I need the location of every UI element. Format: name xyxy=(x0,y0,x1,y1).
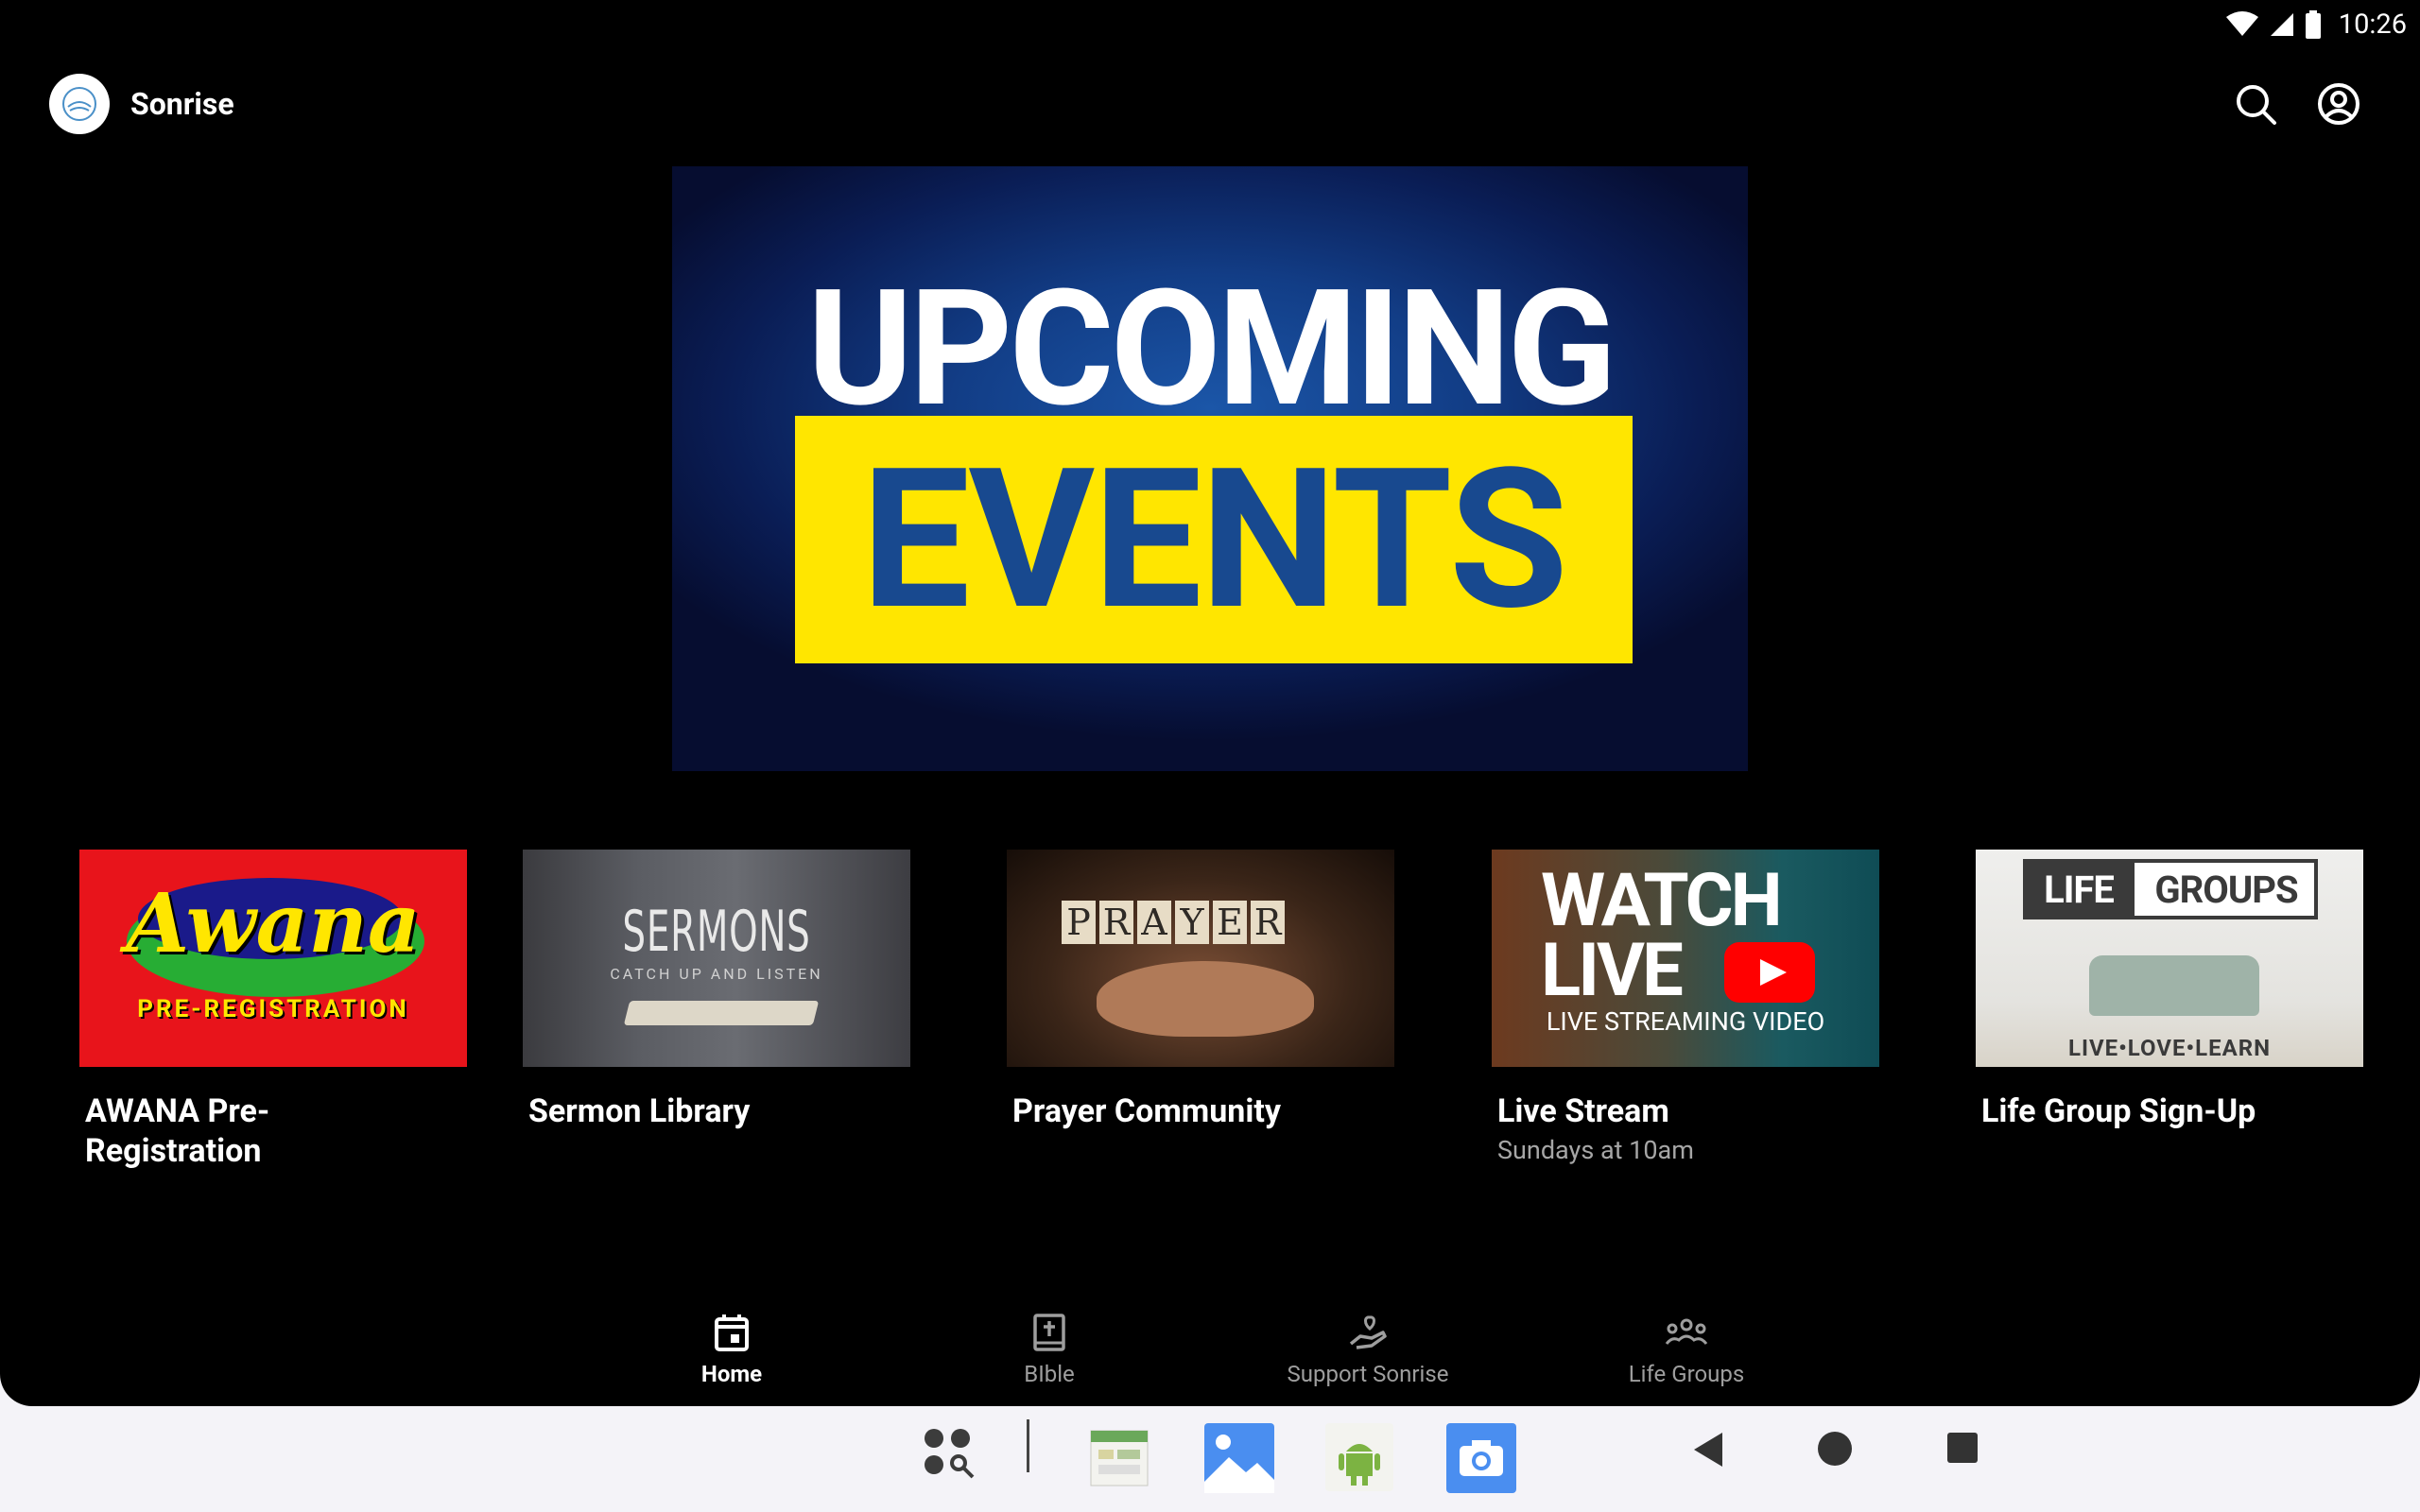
card-title: Life Group Sign-Up xyxy=(1981,1092,2256,1130)
calendar-app-icon xyxy=(1090,1430,1149,1486)
nav-bible[interactable]: BIble xyxy=(936,1312,1163,1387)
awana-logo-text: Awana xyxy=(126,876,421,971)
prayer-letter-tiles: PRAYER xyxy=(1062,901,1285,944)
app-header: Sonrise xyxy=(49,74,234,134)
sunrise-logo-icon xyxy=(62,87,96,121)
status-bar: 10:26 xyxy=(2225,0,2407,49)
hands-image xyxy=(1097,961,1314,1037)
hero-banner[interactable]: UPCOMING EVENTS xyxy=(672,166,1748,771)
app-logo[interactable] xyxy=(49,74,110,134)
bottom-navigation: Home BIble Support Sonrise Life Groups xyxy=(0,1312,2420,1397)
back-icon xyxy=(1694,1433,1722,1467)
android-app-icon xyxy=(1325,1423,1393,1491)
camera-icon xyxy=(1446,1423,1516,1493)
card-live-stream[interactable]: WATCH LIVE LIVE STREAMING VIDEO Live Str… xyxy=(1492,850,1879,1165)
calendar-icon xyxy=(715,1314,749,1351)
letter-tile: A xyxy=(1137,901,1171,944)
nav-label: Life Groups xyxy=(1628,1361,1745,1387)
card-title: AWANA Pre-Registration xyxy=(85,1092,270,1170)
nav-label: Support Sonrise xyxy=(1287,1361,1449,1387)
android-app-button[interactable] xyxy=(1325,1423,1393,1495)
home-icon xyxy=(1818,1432,1852,1466)
hero-headline: UPCOMING xyxy=(806,254,1616,443)
letter-tile: P xyxy=(1062,901,1096,944)
card-thumbnail: Awana PRE-REGISTRATION xyxy=(79,850,467,1067)
card-title: Live Stream xyxy=(1497,1092,1669,1130)
search-button[interactable] xyxy=(2233,81,2278,127)
people-group-icon xyxy=(1665,1318,1708,1345)
open-book-image xyxy=(623,1001,820,1025)
letter-tile: E xyxy=(1213,901,1247,944)
app-drawer-button[interactable] xyxy=(921,1423,977,1493)
card-title: Sermon Library xyxy=(528,1092,751,1130)
calendar-app-button[interactable] xyxy=(1085,1423,1153,1495)
card-life-group-signup[interactable]: LIFE GROUPS LIVE•LOVE•LEARN Life Group S… xyxy=(1976,850,2363,1131)
letter-tile: Y xyxy=(1175,901,1209,944)
app-title: Sonrise xyxy=(130,86,234,122)
thumbnail-heading: SERMONS xyxy=(622,899,811,965)
gallery-button[interactable] xyxy=(1204,1423,1274,1497)
letter-tile: R xyxy=(1251,901,1285,944)
thumbnail-heading-right: GROUPS xyxy=(2154,867,2298,912)
account-button[interactable] xyxy=(2316,81,2361,127)
card-subtitle: Sundays at 10am xyxy=(1497,1135,1694,1165)
card-thumbnail: WATCH LIVE LIVE STREAMING VIDEO xyxy=(1492,850,1879,1067)
sofa-image xyxy=(2089,955,2259,1016)
recents-button[interactable] xyxy=(1947,1433,1978,1467)
card-sermon-library[interactable]: SERMONS CATCH UP AND LISTEN Sermon Libra… xyxy=(523,850,910,1131)
hero-subheadline: EVENTS xyxy=(861,427,1568,654)
thumbnail-heading-left: LIFE xyxy=(2023,859,2135,919)
card-thumbnail: LIFE GROUPS LIVE•LOVE•LEARN xyxy=(1976,850,2363,1067)
home-button[interactable] xyxy=(1817,1431,1853,1470)
cell-signal-icon xyxy=(2270,13,2293,36)
card-awana[interactable]: Awana PRE-REGISTRATION AWANA Pre-Registr… xyxy=(79,850,467,1171)
card-prayer-community[interactable]: PRAYER Prayer Community xyxy=(1007,850,1394,1131)
card-title: Prayer Community xyxy=(1012,1092,1281,1130)
back-button[interactable] xyxy=(1690,1431,1724,1472)
nav-life-groups[interactable]: Life Groups xyxy=(1573,1312,1800,1387)
youtube-play-icon xyxy=(1724,942,1815,1003)
gallery-icon xyxy=(1204,1423,1274,1493)
letter-tile: R xyxy=(1099,901,1133,944)
dock-divider xyxy=(1027,1419,1029,1472)
thumbnail-caption: LIVE STREAMING VIDEO xyxy=(1546,1006,1825,1037)
hero-highlight-box: EVENTS xyxy=(795,416,1633,663)
recents-icon xyxy=(1947,1433,1978,1463)
card-thumbnail: PRAYER xyxy=(1007,850,1394,1067)
app-window: 10:26 Sonrise UPCOMING EVENTS Awana PRE-… xyxy=(0,0,2420,1406)
nav-label: BIble xyxy=(1024,1361,1075,1387)
wifi-icon xyxy=(2225,11,2258,36)
bible-icon xyxy=(1033,1314,1065,1351)
system-taskbar xyxy=(0,1406,2420,1512)
nav-support[interactable]: Support Sonrise xyxy=(1254,1312,1481,1387)
hand-heart-icon xyxy=(1349,1315,1387,1349)
account-circle-icon xyxy=(2318,83,2360,125)
thumbnail-caption: LIVE•LOVE•LEARN xyxy=(2067,1035,2272,1061)
search-icon xyxy=(2237,85,2276,125)
nav-label: Home xyxy=(700,1361,763,1387)
thumbnail-caption: CATCH UP AND LISTEN xyxy=(610,965,823,983)
card-thumbnail: SERMONS CATCH UP AND LISTEN xyxy=(523,850,910,1067)
status-clock: 10:26 xyxy=(2338,9,2407,41)
thumbnail-caption: PRE-REGISTRATION xyxy=(137,995,409,1023)
battery-icon xyxy=(2305,10,2321,39)
nav-home[interactable]: Home xyxy=(618,1312,845,1387)
camera-button[interactable] xyxy=(1446,1423,1516,1497)
app-drawer-icon xyxy=(925,1429,975,1479)
